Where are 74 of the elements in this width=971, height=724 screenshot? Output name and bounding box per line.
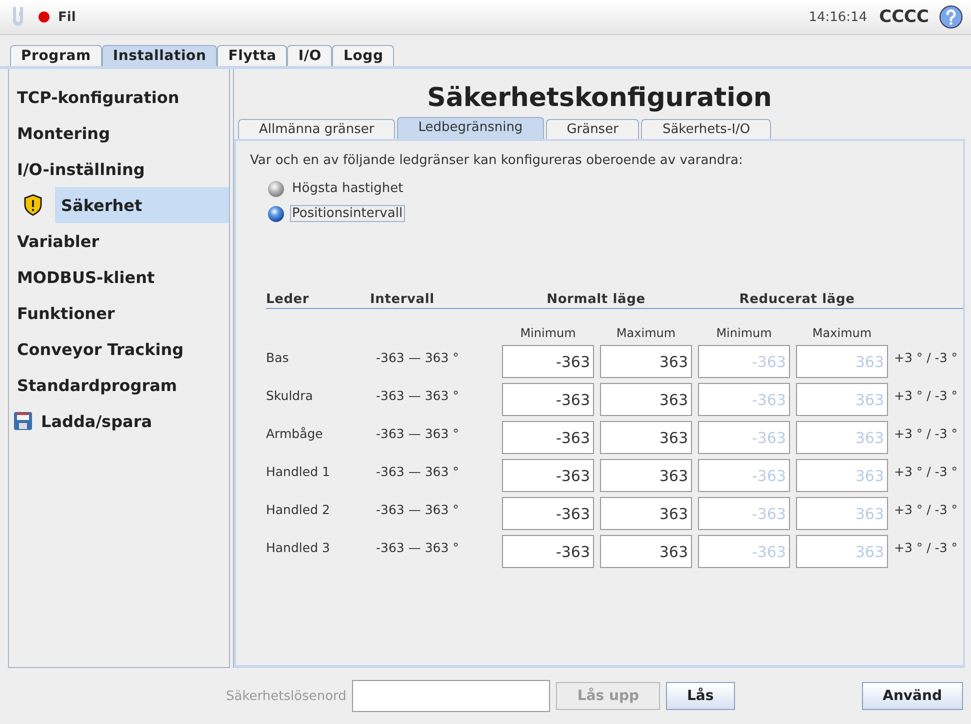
option-label[interactable]: Positionsintervall — [290, 205, 405, 222]
password-label: Säkerhetslösenord — [226, 688, 346, 704]
subcolumn-header: Minimum — [519, 326, 577, 340]
sidebar-item[interactable]: Funktioner — [11, 295, 229, 331]
main-tab[interactable]: Logg — [332, 45, 394, 66]
range-text: -363 — 363 ° — [376, 349, 460, 365]
number-field[interactable]: 363 — [600, 459, 692, 492]
tolerance-text: +3 ° / -3 ° — [894, 425, 958, 441]
number-field[interactable]: 363 — [600, 497, 692, 530]
sidebar-item[interactable]: Conveyor Tracking — [11, 331, 229, 367]
sub-tab[interactable]: Säkerhets-I/O — [641, 119, 772, 139]
number-field[interactable]: -363 — [502, 497, 594, 530]
main-tab[interactable]: Installation — [102, 45, 218, 66]
radio-button[interactable] — [268, 206, 284, 222]
tolerance-text: +3 ° / -3 ° — [894, 463, 958, 479]
page-title: Säkerhetskonfiguration — [426, 82, 773, 115]
sub-tab[interactable]: Gränser — [546, 119, 640, 139]
number-field[interactable]: 363 — [600, 345, 692, 378]
tolerance-text: +3 ° / -3 ° — [894, 349, 958, 365]
range-text: -363 — 363 ° — [376, 539, 460, 555]
robot-name: CCCC — [879, 7, 929, 27]
footer-button[interactable]: Använd — [862, 682, 963, 710]
number-field[interactable]: -363 — [502, 459, 594, 492]
range-text: -363 — 363 ° — [376, 463, 460, 479]
tolerance-text: +3 ° / -3 ° — [894, 501, 958, 517]
sidebar-item[interactable]: Ladda/spara — [35, 403, 229, 439]
sidebar-item[interactable]: I/O-inställning — [11, 151, 229, 187]
number-field[interactable]: 363 — [600, 535, 692, 568]
status-led-icon — [38, 11, 50, 23]
joint-name: Armbåge — [266, 425, 324, 441]
subcolumn-header: Maximum — [811, 326, 873, 340]
radio-button[interactable] — [268, 180, 284, 196]
range-text: -363 — 363 ° — [376, 425, 460, 441]
number-field[interactable]: -363 — [502, 421, 594, 454]
footer-button[interactable]: Lås — [666, 682, 735, 710]
sidebar-item[interactable]: Säkerhet — [55, 187, 229, 223]
sidebar-item[interactable]: MODBUS-klient — [11, 259, 229, 295]
password-field[interactable] — [352, 680, 550, 712]
sidebar-item[interactable]: Variabler — [11, 223, 229, 259]
column-header: Intervall — [370, 292, 436, 307]
number-field[interactable]: 363 — [600, 421, 692, 454]
main-tab[interactable]: Flytta — [217, 45, 288, 66]
number-field[interactable]: -363 — [502, 535, 594, 568]
range-text: -363 — 363 ° — [376, 387, 460, 403]
file-menu[interactable]: Fil — [58, 10, 76, 24]
joint-name: Bas — [266, 349, 290, 365]
sidebar-item[interactable]: TCP-konfiguration — [11, 79, 229, 115]
subcolumn-header: Maximum — [615, 326, 677, 340]
subcolumn-header: Minimum — [715, 326, 773, 340]
tolerance-text: +3 ° / -3 ° — [894, 387, 958, 403]
sub-tab[interactable]: Allmänna gränser — [238, 119, 396, 139]
joint-name: Skuldra — [266, 387, 314, 403]
logo-icon — [12, 6, 26, 28]
warning-shield-icon — [23, 194, 43, 216]
sidebar-item[interactable]: Montering — [11, 115, 229, 151]
column-header: Leder — [266, 292, 310, 307]
range-text: -363 — 363 ° — [376, 501, 460, 517]
number-field[interactable]: 363 — [600, 383, 692, 416]
intro-text: Var och en av följande ledgränser kan konfigureras oberoende av varandra: — [250, 153, 744, 168]
option-label[interactable]: Högsta hastighet — [290, 180, 406, 197]
help-icon[interactable] — [939, 5, 963, 29]
number-field[interactable]: -363 — [502, 383, 594, 416]
joint-name: Handled 1 — [266, 463, 331, 479]
column-header: Reducerat läge — [738, 292, 856, 307]
tolerance-text: +3 ° / -3 ° — [894, 539, 958, 555]
clock-text: 14:16:14 — [808, 10, 868, 24]
number-field[interactable]: -363 — [502, 345, 594, 378]
joint-name: Handled 3 — [266, 539, 331, 555]
joint-name: Handled 2 — [266, 501, 331, 517]
main-tab[interactable]: Program — [10, 45, 102, 66]
column-header: Normalt läge — [546, 292, 646, 307]
sidebar-item[interactable]: Standardprogram — [11, 367, 229, 403]
sub-tab[interactable]: Ledbegränsning — [397, 117, 544, 139]
main-tab[interactable]: I/O — [287, 45, 332, 66]
